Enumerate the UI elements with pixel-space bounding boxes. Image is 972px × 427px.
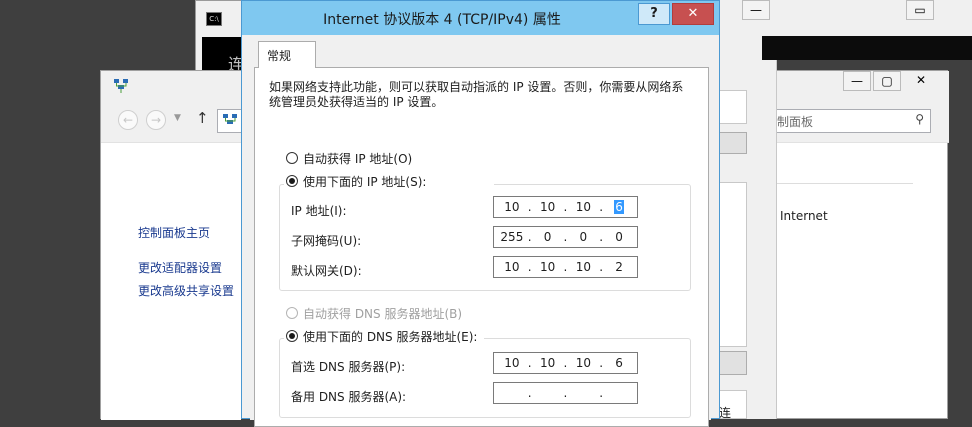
default-gateway-field[interactable]: 10 10 10 2: [493, 256, 638, 278]
auto-ip-label[interactable]: 自动获得 IP 地址(O): [303, 150, 412, 167]
ip-octet: 10: [504, 356, 520, 370]
ip-octet: [528, 383, 566, 403]
preferred-dns-field[interactable]: 10 10 10 6: [493, 352, 638, 374]
search-input[interactable]: 制面板 ⚲: [770, 109, 931, 133]
ip-octet: 6: [599, 197, 637, 217]
subnet-mask-field[interactable]: 255 0 0 0: [493, 226, 638, 248]
ip-octet: 10: [528, 353, 566, 373]
back-button[interactable]: ←: [118, 110, 138, 130]
ip-octet: 10: [564, 257, 602, 277]
ip-address-label: IP 地址(I):: [291, 204, 347, 218]
auto-dns-radio: [286, 307, 298, 319]
maximize-button[interactable]: ▢: [873, 71, 901, 91]
minimize-button[interactable]: —: [843, 71, 871, 91]
selected-octet: 6: [614, 200, 624, 214]
manual-ip-label[interactable]: 使用下面的 IP 地址(S):: [303, 173, 426, 190]
auto-dns-label: 自动获得 DNS 服务器地址(B): [303, 307, 463, 321]
background-window-right: — ▭: [720, 0, 972, 60]
restore-button[interactable]: ▭: [906, 0, 934, 20]
covered-text: 连: [719, 390, 747, 420]
network-left-pane: 控制面板主页 更改适配器设置 更改高级共享设置: [101, 144, 241, 420]
ip-address-field[interactable]: 10 10 10 6: [493, 196, 638, 218]
recent-locations-chevron-icon[interactable]: ▼: [174, 113, 181, 123]
subnet-mask-label: 子网掩码(U):: [291, 234, 362, 248]
ip-octet: [599, 383, 637, 403]
network-icon: [113, 78, 129, 94]
ip-octet: [494, 383, 530, 403]
auto-ip-radio[interactable]: [286, 152, 298, 164]
alternate-dns-field[interactable]: [493, 382, 638, 404]
manual-dns-label[interactable]: 使用下面的 DNS 服务器地址(E):: [303, 328, 477, 345]
dialog-close-button[interactable]: ✕: [672, 3, 714, 25]
ip-octet: 6: [599, 353, 637, 373]
ip-octet: 10: [528, 257, 566, 277]
background-console-strip: [762, 36, 972, 60]
ip-octet: 10: [504, 200, 520, 214]
dialog-title: Internet 协议版本 4 (TCP/IPv4) 属性: [323, 12, 561, 28]
ip-octet: 2: [599, 257, 637, 277]
preferred-dns-label: 首选 DNS 服务器(P):: [291, 360, 406, 374]
ip-octet: 255: [500, 230, 524, 244]
covered-button: [719, 132, 747, 154]
ip-octet: [564, 383, 602, 403]
help-button[interactable]: ?: [638, 3, 670, 25]
network-icon: [223, 114, 237, 124]
dialog-content: 常规 如果网络支持此功能，则可以获取自动指派的 IP 设置。否则，你需要从网络系…: [250, 35, 711, 427]
ip-octet: 10: [564, 197, 602, 217]
change-advanced-sharing-link[interactable]: 更改高级共享设置: [138, 282, 234, 299]
connection-label[interactable]: Internet: [780, 209, 828, 223]
close-button[interactable]: ✕: [907, 71, 935, 91]
general-tab-pane: 如果网络支持此功能，则可以获取自动指派的 IP 设置。否则，你需要从网络系统管理…: [254, 67, 709, 427]
ip-octet: 10: [504, 260, 520, 274]
description-text: 如果网络支持此功能，则可以获取自动指派的 IP 设置。否则，你需要从网络系统管理…: [269, 80, 684, 109]
up-arrow-icon[interactable]: ↑: [196, 109, 209, 127]
search-placeholder: 制面板: [777, 115, 814, 129]
default-gateway-label: 默认网关(D):: [291, 264, 362, 278]
ip-octet: 0: [564, 227, 602, 247]
forward-button[interactable]: →: [146, 110, 166, 130]
ip-octet: 10: [564, 353, 602, 373]
manual-ip-radio[interactable]: [286, 175, 298, 187]
covered-dialog: 连: [719, 60, 777, 420]
control-panel-home-link[interactable]: 控制面板主页: [138, 224, 210, 241]
covered-list: [719, 182, 747, 347]
ipv4-properties-dialog: Internet 协议版本 4 (TCP/IPv4) 属性 ? ✕ 常规 如果网…: [241, 0, 720, 427]
ip-octet: 10: [528, 197, 566, 217]
ip-octet: 0: [528, 227, 566, 247]
manual-dns-group: [279, 338, 691, 418]
search-icon[interactable]: ⚲: [915, 112, 924, 126]
alternate-dns-label: 备用 DNS 服务器(A):: [291, 390, 407, 404]
ip-octet: 0: [599, 227, 637, 247]
covered-field: [719, 90, 747, 124]
minimize-button[interactable]: —: [742, 0, 770, 20]
cmd-icon: C:\: [206, 12, 222, 26]
tab-general[interactable]: 常规: [258, 41, 316, 68]
change-adapter-settings-link[interactable]: 更改适配器设置: [138, 259, 222, 276]
manual-dns-radio[interactable]: [286, 330, 298, 342]
covered-button: [719, 351, 747, 375]
